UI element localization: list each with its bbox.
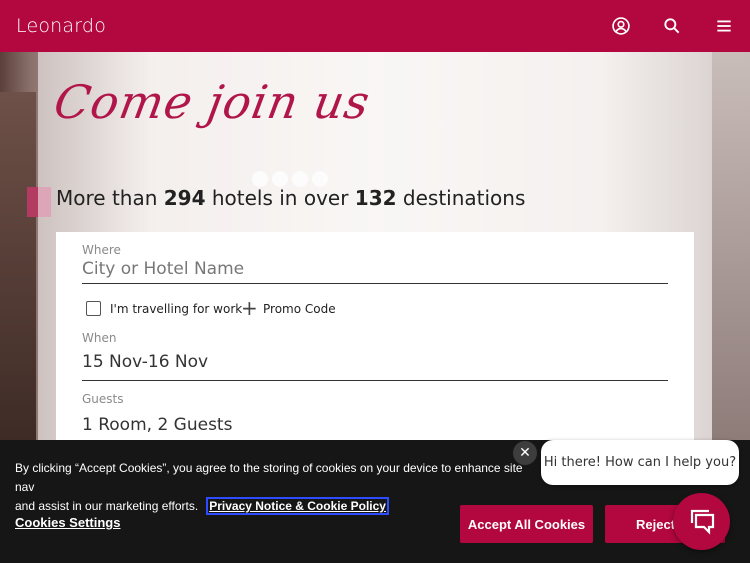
tagline-text: hotels in over — [205, 186, 355, 210]
guests-field[interactable]: 1 Room, 2 Guests — [82, 415, 668, 439]
work-travel-label: I'm travelling for work — [110, 302, 243, 316]
booking-form: Where City or Hotel Name I'm travelling … — [56, 232, 694, 442]
close-icon[interactable]: ✕ — [513, 441, 537, 465]
top-header: Leonardo — [0, 0, 750, 52]
hero-tagline: More than 294 hotels in over 132 destina… — [56, 186, 525, 210]
brand-logo[interactable]: Leonardo — [16, 15, 106, 37]
cookie-message: By clicking “Accept Cookies”, you agree … — [15, 459, 535, 516]
hotel-count: 294 — [163, 186, 206, 210]
menu-icon[interactable] — [713, 15, 735, 37]
background-column — [0, 92, 36, 440]
destination-count: 132 — [354, 186, 397, 210]
background-column — [712, 52, 750, 440]
tagline-text: destinations — [396, 186, 526, 210]
carousel-dot[interactable] — [312, 171, 328, 187]
carousel-dots — [252, 171, 328, 187]
carousel-dot[interactable] — [292, 171, 308, 187]
when-label: When — [82, 331, 117, 345]
promo-code-link[interactable]: Promo Code — [263, 302, 336, 316]
tagline-text: More than — [56, 186, 164, 210]
user-icon[interactable] — [610, 15, 632, 37]
cookie-text: and assist in our marketing efforts. — [15, 499, 199, 513]
cookies-settings-link[interactable]: Cookies Settings — [15, 515, 120, 530]
work-travel-checkbox[interactable] — [86, 301, 101, 316]
search-icon[interactable] — [661, 15, 683, 37]
carousel-dot[interactable] — [252, 171, 268, 187]
plus-icon[interactable]: + — [241, 298, 258, 318]
hero-script-title: Come join us — [50, 75, 375, 129]
where-input[interactable]: City or Hotel Name — [82, 259, 668, 284]
where-label: Where — [82, 243, 121, 257]
chat-icon — [690, 509, 714, 535]
cookie-text: By clicking “Accept Cookies”, you agree … — [15, 461, 523, 494]
privacy-policy-link[interactable]: Privacy Notice & Cookie Policy — [206, 497, 389, 515]
carousel-dot[interactable] — [272, 171, 288, 187]
chat-greeting-bubble[interactable]: Hi there! How can I help you? — [541, 440, 739, 485]
accept-cookies-button[interactable]: Accept All Cookies — [460, 505, 593, 543]
guests-label: Guests — [82, 392, 124, 406]
dates-field[interactable]: 15 Nov-16 Nov — [82, 352, 668, 381]
chat-button[interactable] — [673, 493, 730, 550]
